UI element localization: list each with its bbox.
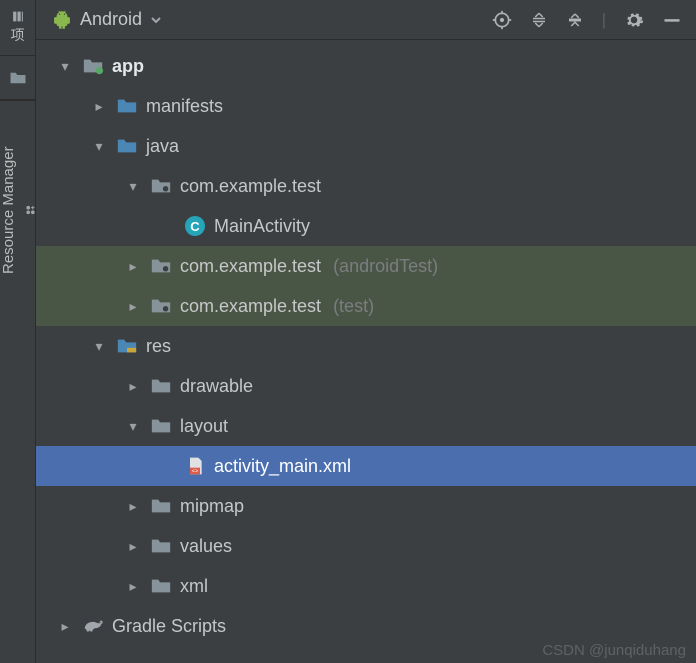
class-icon: C [184, 215, 206, 237]
chevron-right-icon: ▸ [124, 258, 142, 275]
tree-node-gradle[interactable]: ▸ Gradle Scripts [36, 606, 696, 646]
node-label: MainActivity [214, 216, 310, 237]
project-tool-tab[interactable]: 项 [0, 0, 36, 56]
chevron-right-icon: ▸ [124, 578, 142, 595]
folder-icon [150, 495, 172, 517]
collapse-all-icon [566, 11, 584, 29]
minimize-icon [662, 10, 682, 30]
node-label: Gradle Scripts [112, 616, 226, 637]
node-label: layout [180, 416, 228, 437]
project-panel: Android | ▾ [36, 0, 696, 663]
collapse-all-button[interactable] [566, 11, 584, 29]
view-mode-selector[interactable]: Android [46, 5, 168, 34]
settings-button[interactable] [624, 10, 644, 30]
folder-icon [150, 535, 172, 557]
left-tool-rail: 项 Resource Manager [0, 0, 36, 663]
tree-node-package-test[interactable]: ▸ com.example.test (test) [36, 286, 696, 326]
tree-node-mipmap[interactable]: ▸ mipmap [36, 486, 696, 526]
project-tree[interactable]: ▾ app ▸ manifests ▾ java ▾ com.example.t… [36, 40, 696, 663]
package-folder-icon [150, 175, 172, 197]
package-folder-icon [150, 295, 172, 317]
project-icon [9, 10, 27, 23]
rail-tab-blank[interactable] [0, 56, 36, 100]
chevron-right-icon: ▸ [124, 538, 142, 555]
node-label: xml [180, 576, 208, 597]
node-label: com.example.test [180, 176, 321, 197]
tree-node-res[interactable]: ▾ res [36, 326, 696, 366]
node-label: activity_main.xml [214, 456, 351, 477]
module-folder-icon [82, 55, 104, 77]
view-mode-label: Android [80, 9, 142, 30]
chevron-right-icon: ▸ [124, 498, 142, 515]
chevron-right-icon: ▸ [56, 618, 74, 635]
layout-xml-icon: <> [184, 455, 206, 477]
chevron-down-icon: ▾ [56, 58, 74, 75]
node-label: manifests [146, 96, 223, 117]
tree-node-mainactivity[interactable]: ▸ C MainActivity [36, 206, 696, 246]
chevron-right-icon: ▸ [124, 378, 142, 395]
chevron-down-icon [150, 14, 162, 26]
tree-node-layout[interactable]: ▾ layout [36, 406, 696, 446]
node-label-suffix: (test) [333, 296, 374, 317]
target-icon [492, 10, 512, 30]
gear-icon [624, 10, 644, 30]
tree-node-values[interactable]: ▸ values [36, 526, 696, 566]
tree-node-manifests[interactable]: ▸ manifests [36, 86, 696, 126]
folder-icon [150, 575, 172, 597]
chevron-down-icon: ▾ [124, 418, 142, 435]
android-icon [52, 10, 72, 30]
node-label: java [146, 136, 179, 157]
node-label-suffix: (androidTest) [333, 256, 438, 277]
node-label: values [180, 536, 232, 557]
node-label: app [112, 56, 144, 77]
folder-icon [116, 95, 138, 117]
folder-icon [150, 415, 172, 437]
tree-node-activity-main[interactable]: ▸ <> activity_main.xml [36, 446, 696, 486]
toolbar-actions: | [492, 10, 690, 30]
chevron-down-icon: ▾ [90, 338, 108, 355]
package-folder-icon [150, 255, 172, 277]
tree-node-drawable[interactable]: ▸ drawable [36, 366, 696, 406]
resource-manager-tab[interactable]: Resource Manager [0, 100, 36, 320]
node-label: drawable [180, 376, 253, 397]
folder-icon [9, 71, 27, 85]
chevron-right-icon: ▸ [124, 298, 142, 315]
project-tab-label: 项 [11, 25, 25, 45]
tree-node-package-androidtest[interactable]: ▸ com.example.test (androidTest) [36, 246, 696, 286]
expand-all-icon [530, 11, 548, 29]
tree-node-java[interactable]: ▾ java [36, 126, 696, 166]
svg-text:<>: <> [192, 469, 199, 475]
resource-folder-icon [116, 335, 138, 357]
node-label: res [146, 336, 171, 357]
tree-node-package-main[interactable]: ▾ com.example.test [36, 166, 696, 206]
node-label: mipmap [180, 496, 244, 517]
expand-all-button[interactable] [530, 11, 548, 29]
node-label: com.example.test [180, 296, 321, 317]
folder-icon [116, 135, 138, 157]
project-toolbar: Android | [36, 0, 696, 40]
resource-manager-label: Resource Manager [0, 147, 17, 275]
folder-icon [150, 375, 172, 397]
node-label: com.example.test [180, 256, 321, 277]
tree-node-xml[interactable]: ▸ xml [36, 566, 696, 606]
gradle-icon [82, 615, 104, 637]
chevron-down-icon: ▾ [90, 138, 108, 155]
tree-node-app[interactable]: ▾ app [36, 46, 696, 86]
hide-panel-button[interactable] [662, 10, 682, 30]
select-opened-file-button[interactable] [492, 10, 512, 30]
chevron-down-icon: ▾ [124, 178, 142, 195]
chevron-right-icon: ▸ [90, 98, 108, 115]
